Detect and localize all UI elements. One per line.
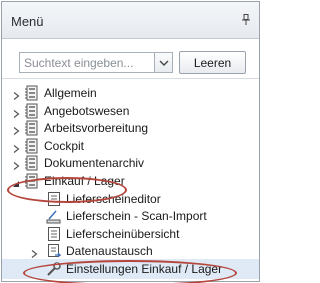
collapsed-arrow-icon[interactable] — [12, 159, 20, 171]
collapsed-arrow-icon[interactable] — [12, 107, 20, 118]
collapsed-arrow-icon[interactable] — [12, 89, 20, 100]
expanded-arrow-icon[interactable] — [12, 177, 20, 187]
settings-icon — [46, 261, 62, 277]
search-combobox[interactable] — [19, 52, 173, 73]
clear-button[interactable]: Leeren — [179, 51, 246, 74]
menu-panel: Menü Leeren Allgemein Angebotswesen Arbeit… — [1, 1, 260, 283]
collapsed-arrow-icon[interactable] — [12, 124, 20, 136]
folder-icon — [24, 173, 40, 189]
tree-item-label: Allgemein — [44, 86, 97, 100]
tree-item-label: Dokumentenarchiv — [44, 156, 145, 171]
search-input[interactable] — [20, 53, 154, 72]
search-toolbar: Leeren — [2, 39, 259, 79]
folder-icon — [24, 155, 40, 171]
tree-item-label: Lieferschein - Scan-Import — [66, 209, 207, 224]
tree-item-label: Einkauf / Lager — [44, 174, 125, 188]
folder-icon — [24, 138, 40, 154]
panel-header: Menü — [2, 2, 259, 39]
tree-item[interactable]: Einstellungen Einkauf / Lager — [2, 259, 259, 279]
tree-item-label: Lieferscheineditor — [66, 191, 161, 206]
chevron-down-icon[interactable] — [154, 53, 172, 72]
tree-item-label: Arbeitsvorbereitung — [44, 121, 149, 136]
document-list-icon — [46, 191, 62, 207]
panel-title: Menü — [11, 14, 44, 29]
tree-item-label: Angebotswesen — [44, 103, 130, 118]
tree-item-label: Cockpit — [44, 138, 85, 153]
document-list-icon — [46, 226, 62, 242]
folder-icon — [24, 103, 40, 119]
tree-item-label: Einstellungen Einkauf / Lager — [66, 262, 223, 276]
folder-icon — [24, 120, 40, 136]
collapsed-arrow-icon[interactable] — [30, 247, 38, 259]
data-exchange-icon — [46, 243, 62, 259]
tree-item-label: Lieferscheinübersicht — [66, 226, 180, 241]
scanner-icon — [46, 208, 62, 224]
collapsed-arrow-icon[interactable] — [12, 142, 20, 153]
menu-tree: Allgemein Angebotswesen Arbeitsvorbereitun… — [2, 80, 259, 282]
tree-item-label: Datenaustausch — [66, 244, 153, 259]
pin-icon[interactable] — [241, 14, 251, 26]
folder-icon — [24, 85, 40, 101]
